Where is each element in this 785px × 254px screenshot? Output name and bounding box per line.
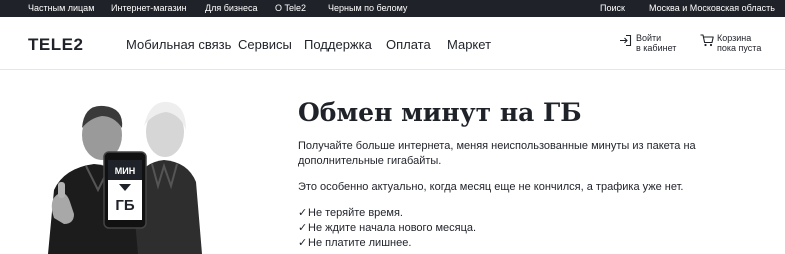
login-label-line1: Войти — [636, 33, 662, 43]
note-paragraph: Это особенно актуально, когда месяц еще … — [298, 181, 684, 193]
page-title: Обмен минут на ГБ — [298, 98, 582, 127]
tele2-logo[interactable]: TELE2 — [28, 35, 83, 55]
cart-label-line1: Корзина — [717, 33, 752, 43]
phone-mockup: МИН ГБ — [103, 151, 147, 229]
checklist-item: ✓Не ждите начала нового месяца. — [298, 221, 476, 236]
topbar-search-link[interactable]: Поиск — [600, 2, 625, 14]
check-icon: ✓ — [298, 207, 308, 219]
topbar-link-black-on-white[interactable]: Черным по белому — [328, 2, 407, 14]
nav-item-payment[interactable]: Оплата — [386, 37, 431, 53]
topbar-region-link[interactable]: Москва и Московская область — [649, 2, 775, 14]
cart-icon — [700, 34, 714, 47]
nav-item-market[interactable]: Маркет — [447, 37, 491, 53]
nav-item-mobile[interactable]: Мобильная связь — [126, 37, 231, 53]
top-bar: Частным лицам Интернет-магазин Для бизне… — [0, 0, 785, 17]
checklist-item-text: Не ждите начала нового месяца. — [308, 222, 477, 234]
hero-photo: МИН ГБ — [48, 101, 202, 254]
check-icon: ✓ — [298, 237, 308, 249]
login-icon — [620, 34, 632, 47]
checklist-item-text: Не платите лишнее. — [308, 237, 412, 249]
nav-item-services[interactable]: Сервисы — [238, 37, 292, 53]
main-header: TELE2 Мобильная связь Сервисы Поддержка … — [0, 17, 785, 70]
checklist-item-text: Не теряйте время. — [308, 207, 403, 219]
login-link[interactable]: Войти в кабинет — [619, 33, 689, 57]
topbar-link-shop[interactable]: Интернет-магазин — [111, 2, 187, 14]
topbar-link-about[interactable]: О Tele2 — [275, 2, 306, 14]
nav-item-support[interactable]: Поддержка — [304, 37, 372, 53]
intro-paragraph: Получайте больше интернета, меняя неиспо… — [298, 140, 696, 167]
check-icon: ✓ — [298, 222, 308, 234]
cart-label-line2: пока пуста — [717, 43, 762, 53]
checklist-item: ✓Не платите лишнее. — [298, 236, 411, 251]
topbar-link-private[interactable]: Частным лицам — [28, 2, 94, 14]
cart-link[interactable]: Корзина пока пуста — [700, 33, 780, 57]
topbar-link-business[interactable]: Для бизнеса — [205, 2, 258, 14]
phone-text-min: МИН — [115, 166, 135, 176]
phone-text-gb: ГБ — [115, 197, 135, 214]
checklist-item: ✓Не теряйте время. — [298, 206, 403, 221]
login-label-line2: в кабинет — [636, 43, 677, 53]
